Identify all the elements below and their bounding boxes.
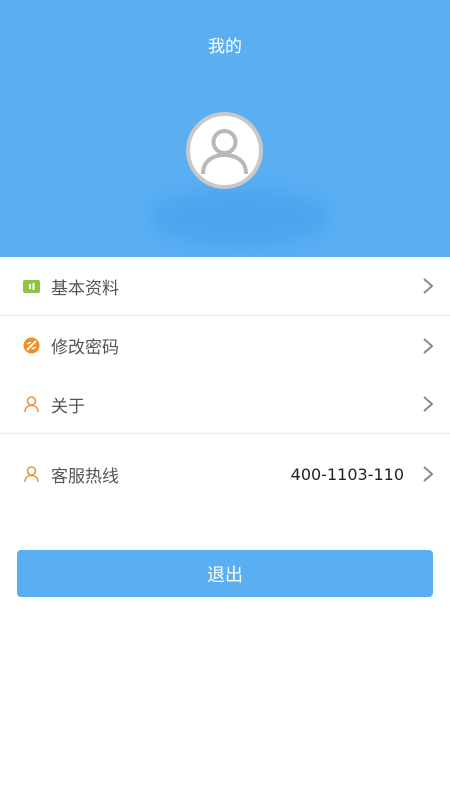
chevron-right-icon [422, 337, 434, 355]
menu-item-label: 关于 [51, 396, 85, 417]
default-avatar-icon [201, 129, 248, 175]
menu-item-about[interactable]: 关于 [0, 375, 450, 434]
menu-item-change-password[interactable]: 修改密码 [0, 316, 450, 375]
logout-button[interactable]: 退出 [17, 550, 433, 597]
chevron-right-icon [422, 395, 434, 413]
password-edit-icon [22, 337, 40, 355]
menu-item-customer-hotline[interactable]: 客服热线 400-1103-110 [0, 434, 450, 514]
menu-item-label: 修改密码 [51, 338, 119, 358]
page-title: 我的 [208, 37, 242, 57]
profile-card-icon [22, 277, 40, 295]
avatar[interactable] [186, 112, 263, 189]
profile-header: 我的 [0, 0, 450, 257]
menu-item-profile[interactable]: 基本资料 [0, 257, 450, 316]
menu-item-label: 基本资料 [51, 278, 119, 299]
chevron-right-icon [422, 465, 434, 483]
logout-section: 退出 [0, 514, 450, 597]
hotline-number: 400-1103-110 [290, 464, 404, 484]
chevron-right-icon [422, 277, 434, 295]
person-outline-icon [22, 395, 40, 413]
person-outline-icon [22, 465, 40, 483]
username-blurred [150, 188, 330, 246]
settings-menu: 基本资料 修改密码 关于 客服热线 400-1103-110 [0, 257, 450, 514]
menu-item-label: 客服热线 [51, 466, 119, 487]
